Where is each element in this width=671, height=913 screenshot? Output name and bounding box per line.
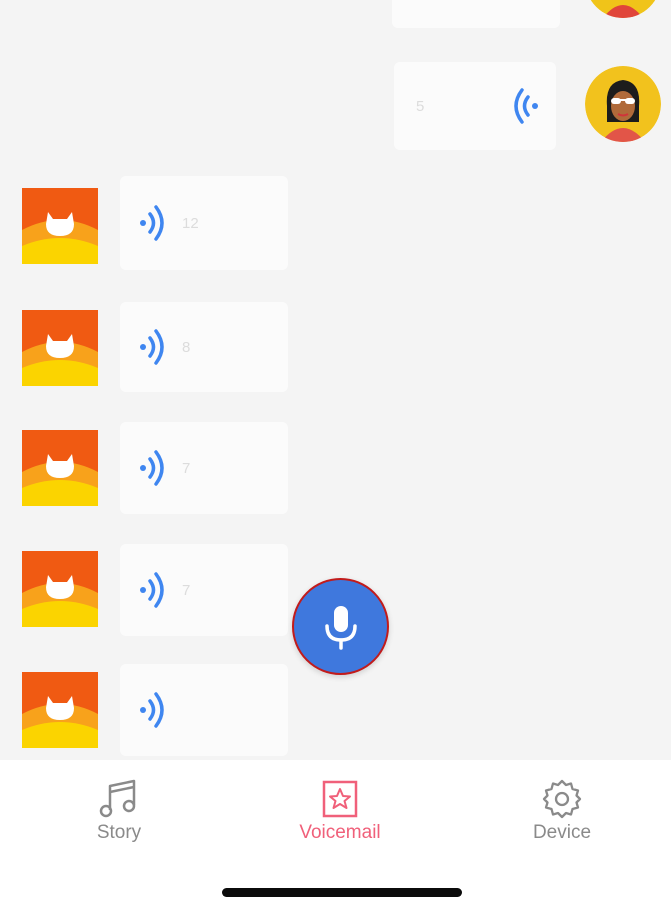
star-box-icon xyxy=(322,780,358,818)
robot-avatar xyxy=(22,672,98,748)
robot-avatar xyxy=(22,430,98,506)
voice-message-bubble-sent[interactable] xyxy=(392,0,560,28)
user-avatar xyxy=(585,0,661,18)
tab-device[interactable]: Device xyxy=(497,778,627,844)
user-avatar xyxy=(585,66,661,142)
tab-story[interactable]: Story xyxy=(54,778,184,844)
robot-avatar xyxy=(22,310,98,386)
voice-message-bubble-received[interactable]: 7 xyxy=(120,422,288,514)
voice-wave-icon xyxy=(140,572,164,608)
voice-wave-icon xyxy=(140,329,164,365)
voice-duration: 8 xyxy=(182,338,191,356)
voice-duration: 5 xyxy=(416,97,425,115)
record-voice-button[interactable] xyxy=(292,578,389,675)
voice-message-bubble-received[interactable] xyxy=(120,664,288,756)
voice-message-bubble-received[interactable]: 8 xyxy=(120,302,288,392)
bottom-tab-bar: Story Voicemail Device xyxy=(0,760,671,913)
voice-duration: 12 xyxy=(182,214,199,232)
microphone-icon xyxy=(324,605,357,650)
voice-duration: 7 xyxy=(182,459,191,477)
voice-wave-icon xyxy=(140,692,164,728)
home-indicator xyxy=(222,888,462,897)
voice-wave-icon xyxy=(140,205,164,241)
voice-duration: 7 xyxy=(182,581,191,599)
voice-message-bubble-received[interactable]: 7 xyxy=(120,544,288,636)
voice-wave-icon xyxy=(140,450,164,486)
tab-story-label: Story xyxy=(96,822,142,843)
tab-device-label: Device xyxy=(532,822,592,843)
voice-message-bubble-received[interactable]: 12 xyxy=(120,176,288,270)
tab-voicemail-label: Voicemail xyxy=(299,822,381,843)
robot-avatar xyxy=(22,551,98,627)
gear-icon xyxy=(542,779,582,819)
music-note-icon xyxy=(99,779,136,818)
robot-avatar xyxy=(22,188,98,264)
tab-voicemail[interactable]: Voicemail xyxy=(275,778,405,844)
voice-wave-icon xyxy=(514,88,538,124)
voice-message-bubble-sent[interactable]: 5 xyxy=(394,62,556,150)
